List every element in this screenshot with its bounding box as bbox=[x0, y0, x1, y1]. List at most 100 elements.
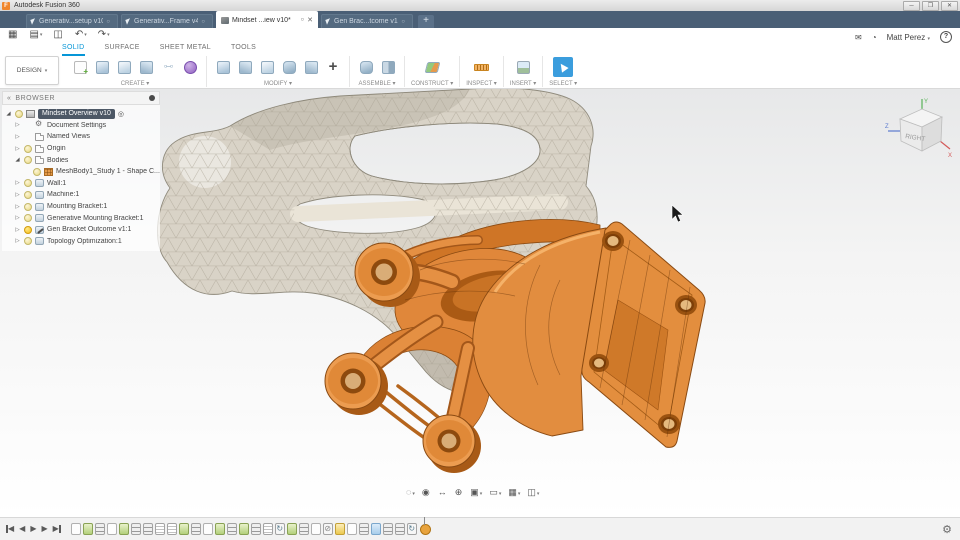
timeline-feature[interactable] bbox=[274, 523, 285, 535]
timeline-feature[interactable] bbox=[190, 523, 201, 535]
timeline-feature[interactable] bbox=[226, 523, 237, 535]
step-forward-button[interactable]: ▶ bbox=[41, 524, 47, 534]
display-mode-icon[interactable] bbox=[149, 95, 155, 101]
browser-item[interactable]: Generative Mounting Bracket:1 ◎ bbox=[2, 212, 160, 224]
create-form-icon[interactable] bbox=[180, 57, 200, 77]
timeline-feature[interactable] bbox=[166, 523, 177, 535]
timeline-feature[interactable] bbox=[178, 523, 189, 535]
ribbon-tab[interactable]: SURFACE bbox=[105, 44, 140, 56]
zoom-icon[interactable]: ⊕ bbox=[455, 487, 464, 498]
timeline-feature[interactable] bbox=[94, 523, 105, 535]
browser-item-label[interactable]: Mindset Overview v10 bbox=[38, 108, 115, 119]
timeline-feature[interactable] bbox=[202, 523, 213, 535]
browser-item[interactable]: Document Settings ◎ bbox=[2, 119, 160, 132]
browser-item[interactable]: Wall:1 ◎ bbox=[2, 178, 160, 190]
timeline-feature[interactable] bbox=[130, 523, 141, 535]
timeline-feature[interactable] bbox=[346, 523, 357, 535]
browser-item[interactable]: MeshBody1_Study 1 - Shape C... ◎ bbox=[2, 166, 160, 178]
browser-item-label[interactable]: Topology Optimization:1 bbox=[47, 238, 122, 245]
timeline-feature[interactable] bbox=[334, 523, 345, 535]
extrude-icon[interactable] bbox=[92, 57, 112, 77]
timeline-settings-icon[interactable]: ⚙ bbox=[942, 523, 952, 536]
expand-arrow-icon[interactable] bbox=[13, 204, 22, 210]
new-tab-button[interactable]: + bbox=[418, 15, 434, 28]
timeline-feature[interactable] bbox=[298, 523, 309, 535]
timeline-feature[interactable] bbox=[214, 523, 225, 535]
minimize-button[interactable]: ─ bbox=[903, 1, 920, 11]
look-at-icon[interactable]: ◉ bbox=[422, 487, 431, 498]
joint-icon[interactable] bbox=[378, 57, 398, 77]
3d-viewport[interactable]: « BROWSER Mindset Overview v10 ◎ bbox=[0, 89, 960, 517]
visibility-bulb-icon[interactable] bbox=[24, 179, 32, 188]
browser-item-label[interactable]: MeshBody1_Study 1 - Shape C... bbox=[56, 168, 160, 175]
browser-item[interactable]: Named Views ◎ bbox=[2, 131, 160, 143]
browser-item-label[interactable]: Machine:1 bbox=[47, 191, 79, 198]
orbit-icon[interactable]: ◌ ▾ bbox=[406, 487, 415, 497]
file-icon[interactable]: ▤ ▾ bbox=[29, 29, 42, 40]
fillet-icon[interactable] bbox=[235, 57, 255, 77]
browser-item[interactable]: Mindset Overview v10 ◎ bbox=[2, 108, 160, 120]
browser-item-label[interactable]: Bodies bbox=[47, 157, 68, 164]
timeline-feature[interactable] bbox=[142, 523, 153, 535]
view-cube[interactable]: Y Z X RIGHT bbox=[884, 95, 956, 167]
browser-item-label[interactable]: Named Views bbox=[47, 133, 90, 140]
ribbon-group-label[interactable]: SELECT ▾ bbox=[549, 80, 577, 87]
step-back-button[interactable]: ◀ bbox=[19, 524, 25, 534]
visibility-bulb-icon[interactable] bbox=[24, 144, 32, 153]
sweep-icon[interactable] bbox=[136, 57, 156, 77]
create-sketch-icon[interactable] bbox=[70, 57, 90, 77]
browser-item-label[interactable]: Generative Mounting Bracket:1 bbox=[47, 215, 144, 222]
ribbon-tab[interactable]: SOLID bbox=[62, 44, 85, 56]
timeline-playhead[interactable] bbox=[419, 516, 431, 535]
expand-arrow-icon[interactable] bbox=[13, 157, 22, 163]
revolve-icon[interactable] bbox=[114, 57, 134, 77]
move-icon[interactable] bbox=[323, 57, 343, 77]
activate-radio-icon[interactable]: ◎ bbox=[118, 110, 124, 118]
comment-icon[interactable]: ✉ bbox=[855, 33, 862, 42]
visibility-bulb-icon[interactable] bbox=[24, 202, 32, 211]
browser-item[interactable]: Gen Bracket Outcome v1:1 ◎ bbox=[2, 224, 160, 236]
ribbon-group-label[interactable]: INSERT ▾ bbox=[510, 80, 536, 87]
ribbon-group-label[interactable]: INSPECT ▾ bbox=[466, 80, 497, 87]
visibility-bulb-icon[interactable] bbox=[33, 167, 41, 176]
browser-item[interactable]: Topology Optimization:1 ◎ bbox=[2, 236, 160, 248]
tab-close-icon[interactable]: ✕ bbox=[307, 16, 313, 24]
visibility-bulb-icon[interactable] bbox=[15, 109, 23, 118]
visibility-bulb-icon[interactable] bbox=[24, 225, 32, 234]
ribbon-tab[interactable]: SHEET METAL bbox=[160, 44, 211, 56]
maximize-button[interactable]: ❐ bbox=[922, 1, 939, 11]
browser-item-label[interactable]: Mounting Bracket:1 bbox=[47, 203, 107, 210]
browser-item-label[interactable]: Wall:1 bbox=[47, 180, 66, 187]
timeline-feature[interactable] bbox=[238, 523, 249, 535]
browser-item[interactable]: Origin ◎ bbox=[2, 143, 160, 155]
ribbon-tab[interactable]: TOOLS bbox=[231, 44, 256, 56]
document-tab[interactable]: Generativ...setup v10 ○ bbox=[26, 14, 118, 28]
timeline-feature[interactable] bbox=[358, 523, 369, 535]
expand-arrow-icon[interactable] bbox=[13, 180, 22, 186]
insert-image-icon[interactable] bbox=[513, 57, 533, 77]
timeline-feature[interactable] bbox=[382, 523, 393, 535]
browser-item[interactable]: Machine:1 ◎ bbox=[2, 189, 160, 201]
timeline-feature[interactable] bbox=[406, 523, 417, 535]
timeline-feature[interactable] bbox=[82, 523, 93, 535]
timeline-feature[interactable] bbox=[322, 523, 333, 535]
document-tab[interactable]: Gen Brac...tcome v1 ○ bbox=[321, 14, 413, 28]
user-menu[interactable]: Matt Perez ▾ bbox=[887, 33, 930, 42]
timeline-feature[interactable] bbox=[286, 523, 297, 535]
fit-icon[interactable]: ▣ ▾ bbox=[470, 487, 482, 498]
viewports-icon[interactable]: ◫ ▾ bbox=[527, 487, 539, 498]
timeline-feature[interactable] bbox=[106, 523, 117, 535]
undo-icon[interactable]: ↶ ▾ bbox=[75, 29, 87, 40]
skip-to-start-button[interactable]: ◀ bbox=[5, 524, 14, 534]
expand-arrow-icon[interactable] bbox=[13, 134, 22, 140]
expand-arrow-icon[interactable] bbox=[13, 146, 22, 152]
shell-icon[interactable] bbox=[257, 57, 277, 77]
visibility-bulb-icon[interactable] bbox=[24, 237, 32, 246]
timeline-feature[interactable] bbox=[310, 523, 321, 535]
browser-item[interactable]: Bodies ◎ bbox=[2, 154, 160, 166]
visibility-bulb-icon[interactable] bbox=[24, 214, 32, 223]
expand-arrow-icon[interactable] bbox=[13, 227, 22, 233]
workspace-selector[interactable]: DESIGN ▾ bbox=[5, 56, 59, 85]
ribbon-group-label[interactable]: MODIFY ▾ bbox=[264, 80, 292, 87]
collapse-browser-icon[interactable]: « bbox=[7, 95, 11, 102]
